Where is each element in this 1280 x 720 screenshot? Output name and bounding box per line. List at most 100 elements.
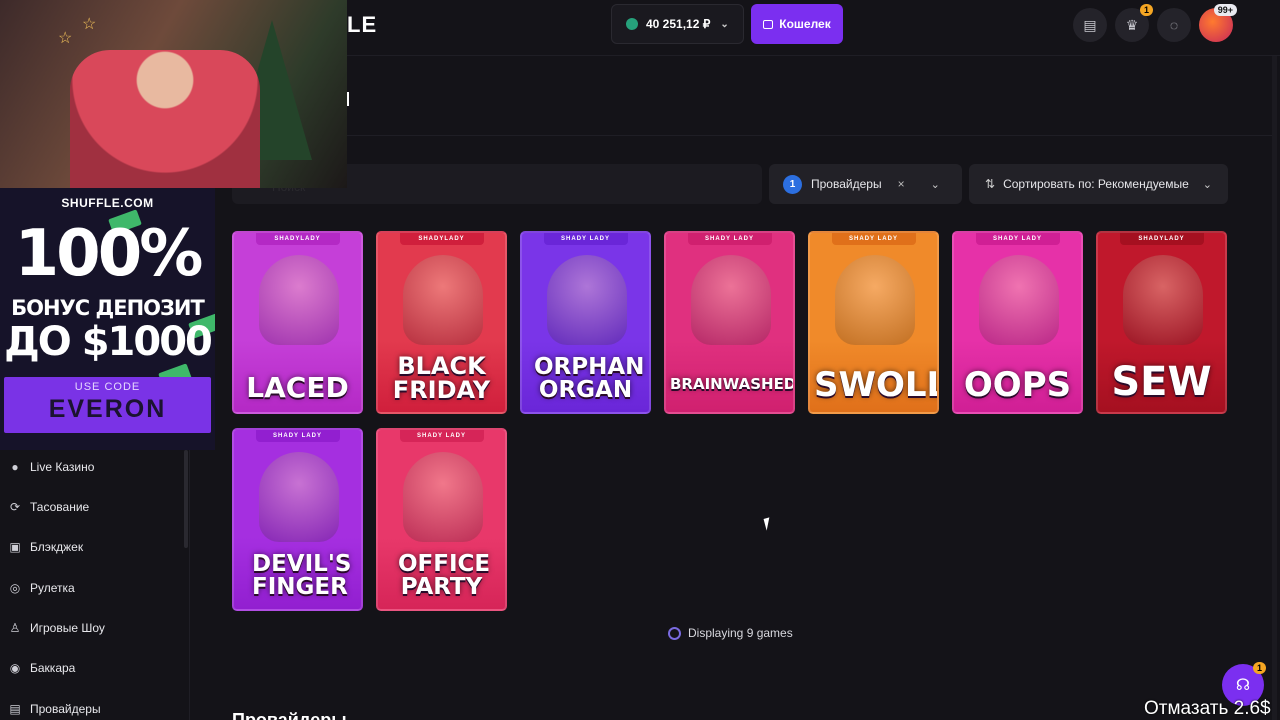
game-art: [691, 255, 771, 345]
rewards-badge: 1: [1139, 4, 1153, 16]
sidebar: ● Live Казино ⟳ Тасование ▣ Блэкджек ◎ Р…: [0, 450, 190, 720]
game-title: ORPHAN ORGAN: [534, 354, 645, 403]
sidebar-item-blackjack[interactable]: ▣ Блэкджек: [8, 540, 83, 554]
chevron-down-icon: ⌄: [720, 18, 729, 30]
streamer-figure: [70, 50, 260, 188]
chat-button[interactable]: ◌: [1157, 8, 1191, 42]
game-title: SWOLL: [814, 365, 939, 405]
games-count-status: Displaying 9 games: [668, 626, 793, 640]
game-card-laced[interactable]: SHADYLADY LACED: [232, 231, 363, 414]
game-art: [547, 255, 627, 345]
game-title: OOPS: [963, 365, 1072, 405]
provider-tag: SHADY LADY: [255, 430, 340, 442]
sidebar-item-game-shows[interactable]: ♙ Игровые Шоу: [8, 621, 105, 635]
game-art: [1123, 255, 1203, 345]
game-card-orphan-organ[interactable]: SHADY LADY ORPHAN ORGAN: [520, 231, 651, 414]
sidebar-item-label: Тасование: [30, 500, 90, 514]
clear-providers-icon[interactable]: ×: [898, 177, 905, 191]
sidebar-item-shuffle[interactable]: ⟳ Тасование: [8, 500, 89, 514]
wallet-icon: [763, 19, 774, 29]
promo-code: EVERON: [48, 395, 167, 423]
loading-ring-icon: [668, 626, 681, 640]
sort-icon: ⇅: [985, 177, 996, 191]
headset-icon: ☊: [1235, 677, 1251, 694]
star-icon: ☆: [58, 30, 73, 47]
promo-code-box: USE CODE EVERON: [4, 377, 211, 433]
providers-filter[interactable]: 1 Провайдеры × ⌄: [769, 164, 962, 204]
promo-headline: 100%: [14, 217, 204, 291]
avatar[interactable]: 99+: [1199, 4, 1237, 42]
game-card-sew[interactable]: SHADYLADY SEW: [1096, 231, 1227, 414]
sidebar-item-label: Игровые Шоу: [30, 621, 105, 635]
notes-icon: ▤: [1083, 16, 1097, 33]
promo-line-2: ДО $1000: [4, 319, 213, 365]
game-title: DEVIL'S FINGER: [252, 551, 352, 600]
game-art: [835, 255, 915, 345]
promo-banner: SHUFFLE.COM 100% БОНУС ДЕПОЗИТ ДО $1000 …: [0, 188, 215, 450]
sidebar-item-label: Рулетка: [30, 581, 75, 595]
usdt-coin-icon: [626, 18, 638, 30]
provider-tag: SHADYLADY: [255, 233, 340, 245]
game-show-icon: ♙: [9, 621, 21, 635]
rewards-button[interactable]: ♛ 1: [1115, 4, 1153, 42]
page-scrollbar[interactable]: [1272, 56, 1277, 720]
sidebar-item-label: Live Казино: [30, 460, 95, 474]
provider-tag: SHADYLADY: [1119, 233, 1204, 245]
cards-icon: ▣: [9, 540, 21, 554]
provider-tag: SHADYLADY: [399, 233, 484, 245]
wallet-button[interactable]: Кошелек: [751, 4, 843, 44]
sidebar-item-baccarat[interactable]: ◉ Баккара: [8, 661, 76, 675]
provider-tag: SHADY LADY: [975, 233, 1060, 245]
status-text: Displaying 9 games: [688, 626, 793, 640]
game-card-swoll[interactable]: SHADY LADY SWOLL: [808, 231, 939, 414]
sidebar-item-roulette[interactable]: ◎ Рулетка: [8, 581, 75, 595]
game-title: LACED: [246, 371, 349, 404]
wallet-label: Кошелек: [779, 17, 831, 31]
sort-dropdown[interactable]: ⇅ Сортировать по: Рекомендуемые ⌄: [969, 164, 1228, 204]
game-art: [403, 255, 483, 345]
donation-overlay-text: Отмазать 2.6$: [1144, 698, 1271, 719]
game-card-oops[interactable]: SHADY LADY OOPS: [952, 231, 1083, 414]
chat-icon: ◌: [1169, 17, 1179, 33]
chevron-down-icon: ⌄: [1202, 178, 1212, 191]
sidebar-item-label: Блэкджек: [30, 540, 84, 554]
promo-line-1: БОНУС ДЕПОЗИТ: [11, 296, 205, 320]
game-card-devils-finger[interactable]: SHADY LADY DEVIL'S FINGER: [232, 428, 363, 611]
sort-label: Сортировать по: Рекомендуемые: [1003, 177, 1189, 191]
game-art: [259, 255, 339, 345]
roulette-icon: ◎: [9, 581, 21, 595]
sidebar-item-providers[interactable]: ▤ Провайдеры: [8, 702, 101, 716]
site-logo[interactable]: LE: [347, 12, 377, 38]
sidebar-item-label: Провайдеры: [30, 702, 101, 716]
provider-tag: SHADY LADY: [543, 233, 628, 245]
providers-section-heading: Провайдеры: [232, 710, 347, 720]
game-art: [403, 452, 483, 542]
crown-icon: ♛: [1125, 16, 1139, 33]
balance-amount: 40 251,12 ₽: [646, 17, 711, 31]
provider-tag: SHADY LADY: [687, 233, 772, 245]
promo-site: SHUFFLE.COM: [61, 196, 154, 210]
chevron-down-icon: ⌄: [930, 178, 940, 191]
balance-selector[interactable]: 40 251,12 ₽ ⌄: [611, 4, 744, 44]
providers-label: Провайдеры: [811, 177, 882, 191]
providers-count-badge: 1: [783, 174, 802, 194]
live-casino-icon: ●: [11, 460, 19, 474]
sidebar-item-live-casino[interactable]: ● Live Казино: [8, 460, 94, 474]
baccarat-icon: ◉: [9, 661, 21, 675]
game-card-brainwashed[interactable]: SHADY LADY BRAINWASHED: [664, 231, 795, 414]
provider-tag: SHADY LADY: [399, 430, 484, 442]
notes-button[interactable]: ▤: [1073, 8, 1107, 42]
game-title: SEW: [1111, 359, 1212, 405]
avatar-badge: 99+: [1213, 4, 1237, 16]
use-code-label: USE CODE: [74, 381, 141, 393]
webcam-overlay: ☆ ☆: [0, 0, 347, 188]
star-icon: ☆: [82, 16, 97, 33]
sidebar-item-label: Баккара: [30, 661, 76, 675]
game-art: [259, 452, 339, 542]
sidebar-scrollbar[interactable]: [184, 450, 188, 548]
providers-icon: ▤: [9, 702, 21, 716]
game-card-office-party[interactable]: SHADY LADY OFFICE PARTY: [376, 428, 507, 611]
mouse-cursor-icon: [763, 517, 773, 531]
provider-tag: SHADY LADY: [831, 233, 916, 245]
game-card-black-friday[interactable]: SHADYLADY BLACK FRIDAY: [376, 231, 507, 414]
